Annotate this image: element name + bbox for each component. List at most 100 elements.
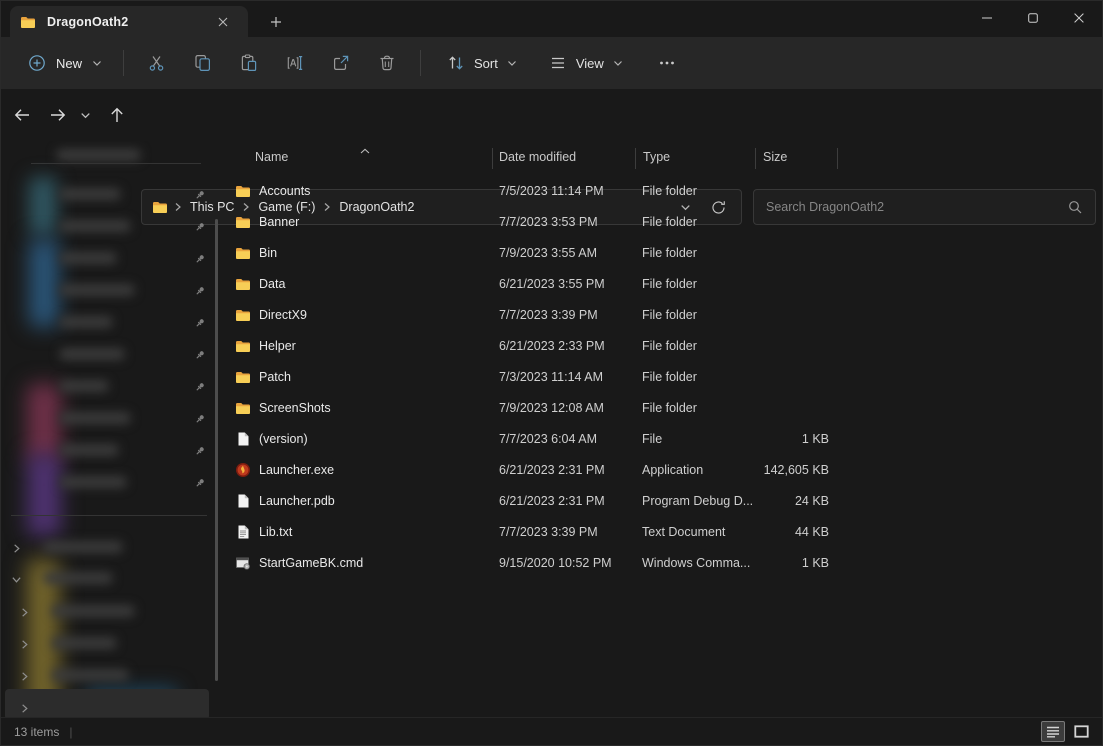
folder-icon	[235, 400, 251, 416]
up-button[interactable]	[101, 99, 133, 131]
column-header-name[interactable]: Name	[255, 150, 288, 164]
file-row[interactable]: (version) 7/7/2023 6:04 AM File 1 KB	[231, 424, 1102, 455]
file-date-modified: 6/21/2023 2:33 PM	[499, 339, 605, 353]
file-size: 44 KB	[794, 525, 829, 539]
paste-button[interactable]	[229, 44, 269, 82]
file-row[interactable]: Helper 6/21/2023 2:33 PM File folder	[231, 331, 1102, 362]
cut-button[interactable]	[137, 44, 177, 82]
pin-icon	[194, 188, 206, 206]
file-type: File folder	[642, 401, 697, 415]
trash-icon	[377, 53, 397, 73]
tree-expander-icon[interactable]	[19, 669, 30, 687]
file-type: File folder	[642, 339, 697, 353]
column-header-size[interactable]: Size	[763, 150, 787, 164]
new-button[interactable]: New	[17, 46, 113, 80]
rename-button[interactable]	[275, 44, 315, 82]
maximize-button[interactable]	[1010, 1, 1056, 35]
file-type: File folder	[642, 308, 697, 322]
new-tab-button[interactable]	[265, 11, 287, 33]
file-name: Lib.txt	[259, 525, 293, 539]
sidebar-scrollbar[interactable]	[215, 219, 218, 681]
file-type: File folder	[642, 277, 697, 291]
file-row[interactable]: Patch 7/3/2023 11:14 AM File folder	[231, 362, 1102, 393]
file-icon	[235, 493, 251, 509]
titlebar: DragonOath2	[1, 1, 1102, 37]
copy-button[interactable]	[183, 44, 223, 82]
column-header-row: Name Date modified Type Size	[231, 141, 1102, 176]
column-resize-handle[interactable]	[635, 148, 636, 169]
share-icon	[331, 53, 351, 73]
file-date-modified: 7/3/2023 11:14 AM	[499, 370, 604, 384]
file-date-modified: 7/7/2023 6:04 AM	[499, 432, 597, 446]
file-name: Launcher.exe	[259, 463, 335, 477]
forward-button[interactable]	[42, 99, 74, 131]
explorer-tab[interactable]: DragonOath2	[10, 6, 248, 37]
file-explorer-window: DragonOath2 New Sort View This PC Game (…	[0, 0, 1103, 746]
pin-icon	[194, 316, 206, 334]
tree-expander-icon[interactable]	[19, 637, 30, 655]
file-type: File folder	[642, 184, 697, 198]
tree-expander-icon[interactable]	[11, 572, 22, 590]
file-row[interactable]: Data 6/21/2023 3:55 PM File folder	[231, 269, 1102, 300]
close-button[interactable]	[1056, 1, 1102, 35]
file-row[interactable]: Launcher.exe 6/21/2023 2:31 PM Applicati…	[231, 455, 1102, 486]
pin-icon	[194, 412, 206, 430]
column-resize-handle[interactable]	[755, 148, 756, 169]
file-row[interactable]: StartGameBK.cmd 9/15/2020 10:52 PM Windo…	[231, 548, 1102, 579]
folder-icon	[235, 276, 251, 292]
file-size	[737, 269, 829, 300]
file-type: File folder	[642, 246, 697, 260]
file-type: Text Document	[642, 525, 726, 539]
file-date-modified: 7/7/2023 3:53 PM	[499, 215, 598, 229]
details-view-button[interactable]	[1041, 721, 1065, 742]
delete-button[interactable]	[367, 44, 407, 82]
folder-icon	[235, 338, 251, 354]
minimize-button[interactable]	[964, 1, 1010, 35]
more-options-button[interactable]	[647, 44, 687, 82]
back-button[interactable]	[6, 99, 38, 131]
toolbar-separator	[420, 50, 422, 76]
pin-icon	[194, 476, 206, 494]
file-size: 142,605 KB	[763, 463, 829, 477]
file-type: Application	[642, 463, 704, 477]
folder-icon	[235, 307, 251, 323]
txt-icon	[235, 524, 251, 540]
folder-icon	[235, 214, 251, 230]
tab-close-icon[interactable]	[214, 13, 232, 31]
tree-expander-icon[interactable]	[19, 605, 30, 623]
file-row[interactable]: Banner 7/7/2023 3:53 PM File folder	[231, 207, 1102, 238]
file-type: Windows Comma...	[642, 556, 751, 570]
navigation-pane	[1, 141, 231, 719]
column-header-date[interactable]: Date modified	[499, 150, 576, 164]
file-row[interactable]: DirectX9 7/7/2023 3:39 PM File folder	[231, 300, 1102, 331]
view-button[interactable]: View	[538, 46, 634, 80]
new-button-label: New	[56, 55, 83, 71]
pin-icon	[194, 284, 206, 302]
sidebar-item-selected[interactable]	[5, 689, 209, 719]
sort-button[interactable]: Sort	[436, 46, 528, 80]
exe-icon	[235, 462, 251, 478]
recent-locations-button[interactable]	[73, 99, 97, 131]
column-header-type[interactable]: Type	[643, 150, 670, 164]
file-name: ScreenShots	[259, 401, 331, 415]
pin-icon	[194, 252, 206, 270]
chevron-down-icon	[612, 57, 624, 69]
column-resize-handle[interactable]	[492, 148, 493, 169]
view-lines-icon	[548, 53, 568, 73]
file-date-modified: 6/21/2023 3:55 PM	[499, 277, 605, 291]
file-date-modified: 7/7/2023 3:39 PM	[499, 525, 598, 539]
file-row[interactable]: Launcher.pdb 6/21/2023 2:31 PM Program D…	[231, 486, 1102, 517]
file-name: Patch	[259, 370, 291, 384]
large-icons-view-button[interactable]	[1069, 721, 1093, 742]
address-row: This PC Game (F:) DragonOath2	[1, 89, 1102, 225]
file-row[interactable]: ScreenShots 7/9/2023 12:08 AM File folde…	[231, 393, 1102, 424]
file-name: Launcher.pdb	[259, 494, 335, 508]
file-row[interactable]: Accounts 7/5/2023 11:14 PM File folder	[231, 176, 1102, 207]
column-resize-handle[interactable]	[837, 148, 838, 169]
share-button[interactable]	[321, 44, 361, 82]
sidebar-divider	[11, 515, 207, 516]
file-row[interactable]: Bin 7/9/2023 3:55 AM File folder	[231, 238, 1102, 269]
tree-expander-icon[interactable]	[11, 541, 22, 559]
file-row[interactable]: Lib.txt 7/7/2023 3:39 PM Text Document 4…	[231, 517, 1102, 548]
file-size	[737, 300, 829, 331]
